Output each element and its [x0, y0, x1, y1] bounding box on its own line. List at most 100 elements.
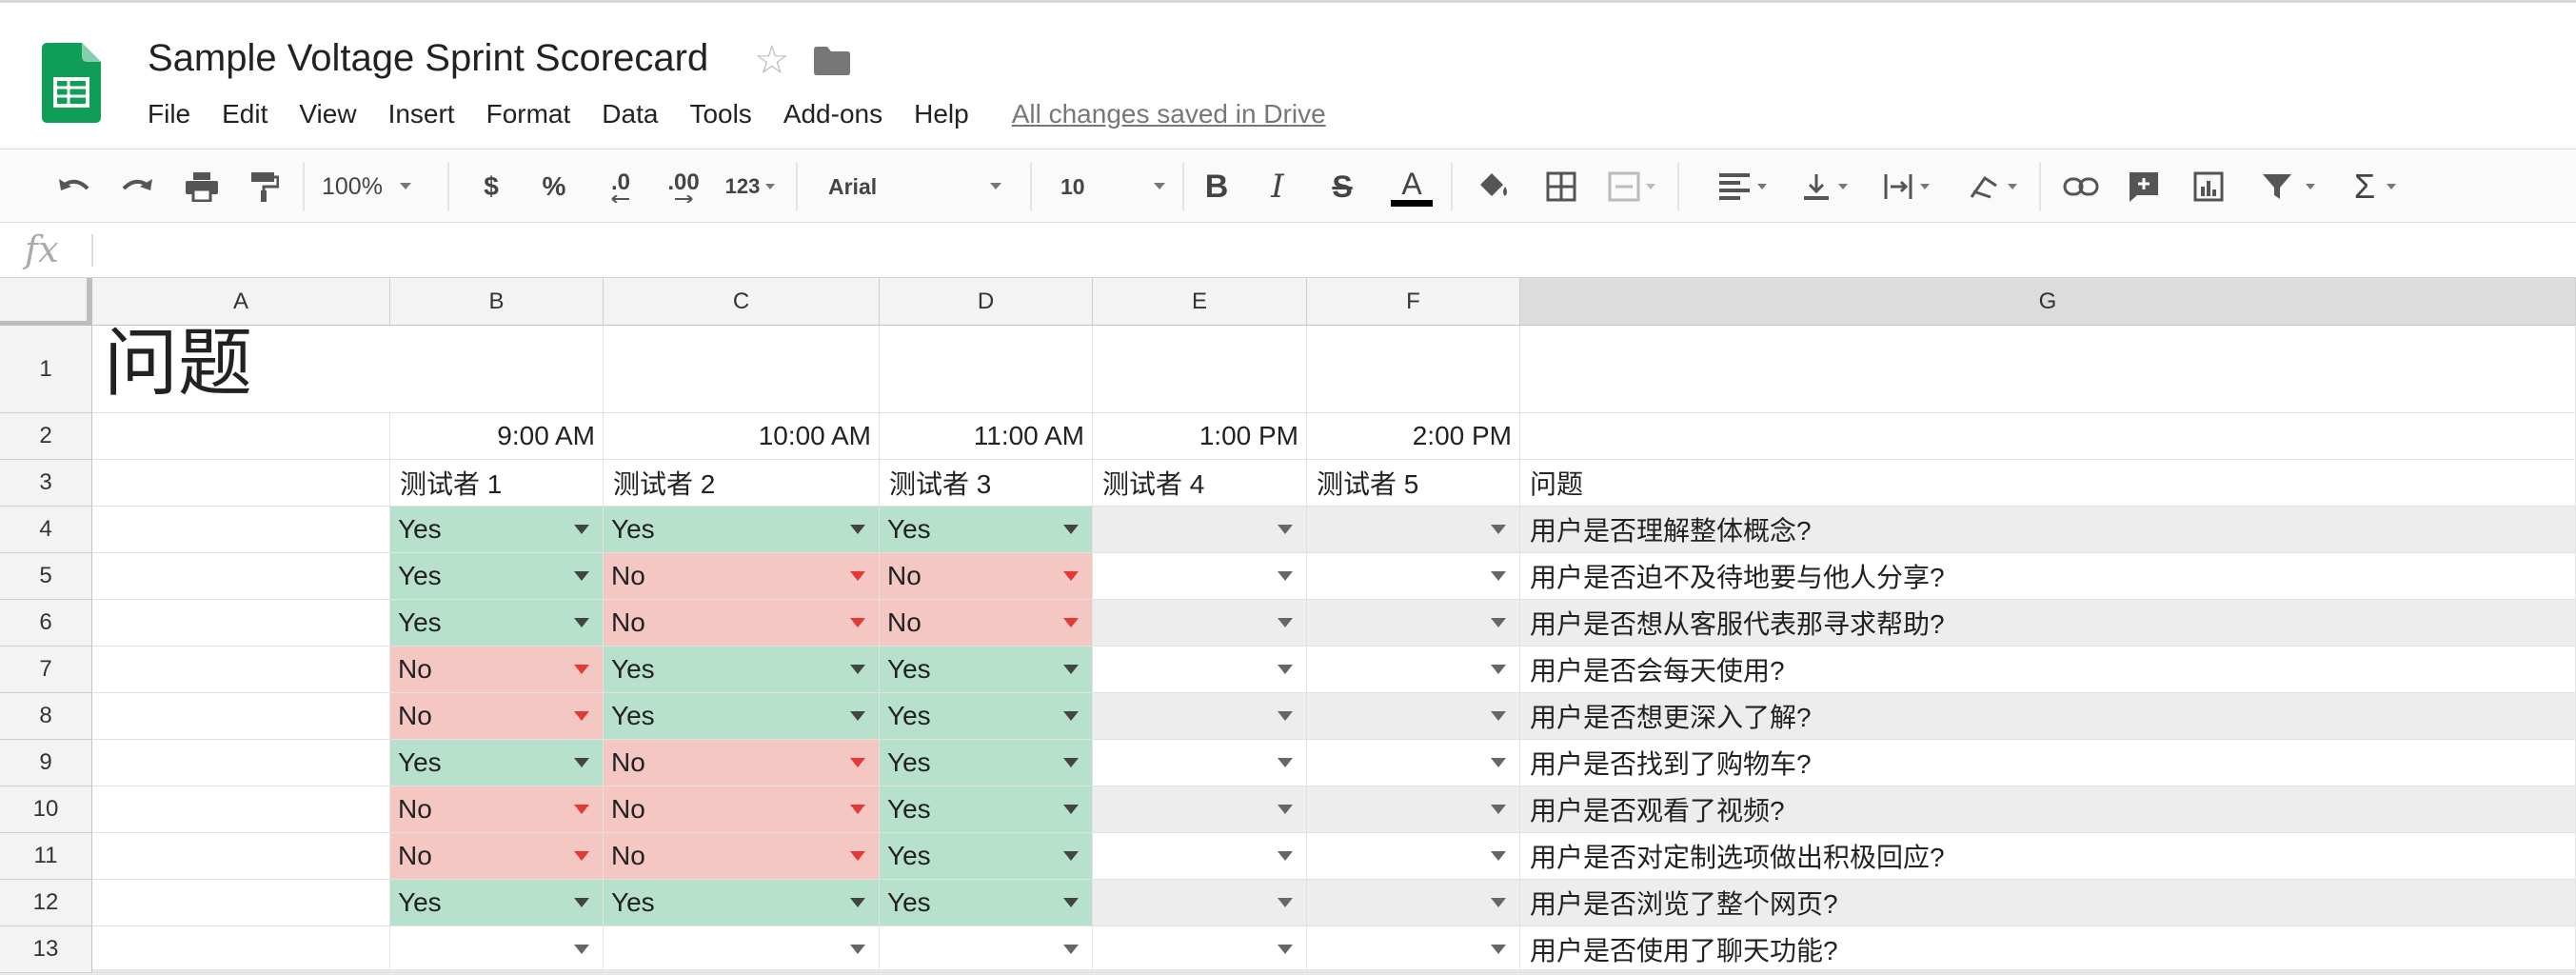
dropdown-arrow-icon[interactable] — [574, 805, 589, 814]
row-header-7[interactable]: 7 — [0, 647, 92, 693]
dropdown-arrow-icon[interactable] — [1491, 898, 1506, 907]
font-family-select[interactable]: Arial — [828, 149, 1009, 224]
row-header-10[interactable]: 10 — [0, 786, 92, 833]
response-dropdown-cell[interactable]: Yes — [604, 880, 880, 926]
row-header-1[interactable]: 1 — [0, 326, 92, 413]
insert-comment-icon[interactable] — [2123, 149, 2165, 224]
response-dropdown-cell[interactable] — [1093, 693, 1307, 740]
font-size-select[interactable]: 10 — [1060, 149, 1165, 224]
response-dropdown-cell[interactable] — [1093, 740, 1307, 786]
dropdown-arrow-icon[interactable] — [574, 898, 589, 907]
dropdown-arrow-icon[interactable] — [574, 945, 589, 954]
cell[interactable] — [92, 693, 390, 740]
response-dropdown-cell[interactable]: No — [880, 600, 1093, 647]
response-dropdown-cell[interactable]: Yes — [604, 647, 880, 693]
save-status-link[interactable]: All changes saved in Drive — [1012, 99, 1326, 129]
response-dropdown-cell[interactable]: No — [604, 600, 880, 647]
response-dropdown-cell[interactable]: Yes — [390, 880, 604, 926]
dropdown-arrow-icon[interactable] — [1491, 805, 1506, 814]
fill-color-icon[interactable] — [1472, 149, 1516, 224]
row-header-2[interactable]: 2 — [0, 413, 92, 460]
response-dropdown-cell[interactable] — [1093, 880, 1307, 926]
response-dropdown-cell[interactable] — [1307, 880, 1520, 926]
dropdown-arrow-icon[interactable] — [574, 525, 589, 534]
bold-icon[interactable]: B — [1201, 149, 1232, 224]
question-cell[interactable]: 用户是否观看了视频? — [1520, 786, 2576, 833]
dropdown-arrow-icon[interactable] — [1278, 898, 1293, 907]
response-dropdown-cell[interactable]: Yes — [880, 786, 1093, 833]
star-icon[interactable]: ☆ — [754, 37, 790, 83]
column-header-g[interactable]: G — [1520, 278, 2576, 326]
response-dropdown-cell[interactable] — [1093, 926, 1307, 973]
dropdown-arrow-icon[interactable] — [1278, 851, 1293, 861]
dropdown-arrow-icon[interactable] — [850, 851, 865, 861]
menu-insert[interactable]: Insert — [388, 99, 455, 129]
row-header-11[interactable]: 11 — [0, 833, 92, 880]
column-header-c[interactable]: C — [604, 278, 880, 326]
menu-file[interactable]: File — [148, 99, 190, 129]
cell[interactable] — [92, 786, 390, 833]
filter-icon[interactable] — [2252, 149, 2325, 224]
cell[interactable] — [92, 880, 390, 926]
time-cell[interactable]: 2:00 PM — [1307, 413, 1520, 460]
dropdown-arrow-icon[interactable] — [574, 618, 589, 627]
dropdown-arrow-icon[interactable] — [1491, 525, 1506, 534]
text-color-icon[interactable]: A — [1390, 149, 1434, 224]
response-dropdown-cell[interactable] — [1307, 740, 1520, 786]
dropdown-arrow-icon[interactable] — [1063, 758, 1079, 767]
response-dropdown-cell[interactable]: Yes — [390, 740, 604, 786]
cell[interactable] — [880, 326, 1093, 413]
print-icon[interactable] — [179, 149, 225, 224]
cell[interactable] — [1520, 413, 2576, 460]
text-wrapping-icon[interactable] — [1875, 149, 1938, 224]
column-header-d[interactable]: D — [880, 278, 1093, 326]
italic-icon[interactable]: I — [1262, 149, 1293, 224]
undo-icon[interactable] — [53, 149, 95, 224]
response-dropdown-cell[interactable]: No — [390, 833, 604, 880]
response-dropdown-cell[interactable] — [1307, 926, 1520, 973]
question-cell[interactable]: 用户是否对定制选项做出积极回应? — [1520, 833, 2576, 880]
menu-view[interactable]: View — [299, 99, 356, 129]
response-dropdown-cell[interactable]: No — [604, 786, 880, 833]
dropdown-arrow-icon[interactable] — [574, 758, 589, 767]
dropdown-arrow-icon[interactable] — [1063, 805, 1079, 814]
dropdown-arrow-icon[interactable] — [850, 898, 865, 907]
time-cell[interactable]: 1:00 PM — [1093, 413, 1307, 460]
dropdown-arrow-icon[interactable] — [850, 618, 865, 627]
menu-format[interactable]: Format — [486, 99, 571, 129]
strikethrough-icon[interactable]: S — [1325, 149, 1359, 224]
menu-addons[interactable]: Add-ons — [783, 99, 882, 129]
menu-edit[interactable]: Edit — [222, 99, 268, 129]
dropdown-arrow-icon[interactable] — [850, 711, 865, 721]
more-formats-select[interactable]: 123 — [716, 149, 784, 224]
response-dropdown-cell[interactable]: Yes — [880, 647, 1093, 693]
dropdown-arrow-icon[interactable] — [1063, 898, 1079, 907]
dropdown-arrow-icon[interactable] — [850, 665, 865, 674]
functions-icon[interactable]: Σ — [2344, 149, 2407, 224]
cell[interactable] — [92, 926, 390, 973]
zoom-select[interactable]: 100% — [322, 149, 426, 224]
response-dropdown-cell[interactable] — [604, 926, 880, 973]
dropdown-arrow-icon[interactable] — [1278, 571, 1293, 581]
redo-icon[interactable] — [116, 149, 158, 224]
dropdown-arrow-icon[interactable] — [1491, 945, 1506, 954]
dropdown-arrow-icon[interactable] — [1491, 571, 1506, 581]
tester-header-cell[interactable]: 测试者 4 — [1093, 460, 1307, 507]
dropdown-arrow-icon[interactable] — [1278, 758, 1293, 767]
cell[interactable] — [1520, 326, 2576, 413]
dropdown-arrow-icon[interactable] — [1491, 711, 1506, 721]
dropdown-arrow-icon[interactable] — [1491, 665, 1506, 674]
horizontal-align-icon[interactable] — [1712, 149, 1774, 224]
dropdown-arrow-icon[interactable] — [1063, 945, 1079, 954]
response-dropdown-cell[interactable] — [880, 926, 1093, 973]
question-cell[interactable]: 用户是否找到了购物车? — [1520, 740, 2576, 786]
response-dropdown-cell[interactable] — [390, 926, 604, 973]
response-dropdown-cell[interactable]: Yes — [390, 553, 604, 600]
tester-header-cell[interactable]: 测试者 3 — [880, 460, 1093, 507]
dropdown-arrow-icon[interactable] — [1278, 805, 1293, 814]
dropdown-arrow-icon[interactable] — [1278, 665, 1293, 674]
response-dropdown-cell[interactable]: No — [604, 553, 880, 600]
response-dropdown-cell[interactable] — [1093, 786, 1307, 833]
dropdown-arrow-icon[interactable] — [1278, 945, 1293, 954]
cell[interactable] — [92, 740, 390, 786]
